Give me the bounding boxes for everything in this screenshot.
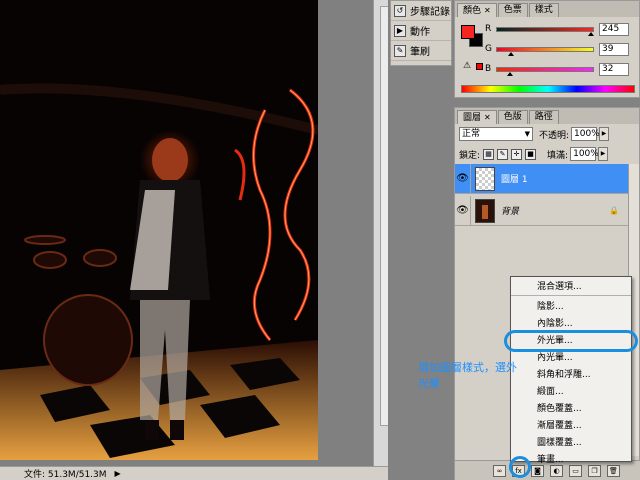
- tab-styles[interactable]: 樣式: [528, 3, 559, 17]
- chevron-down-icon: ▼: [524, 130, 530, 138]
- lock-fill-row: 鎖定: ▦ ✎ ✛ ■ 填滿: 100% ▶: [455, 145, 640, 163]
- layer-row-layer1[interactable]: 👁 圖層 1: [455, 163, 629, 194]
- menu-item-pattern-overlay[interactable]: 圖樣覆蓋...: [511, 435, 631, 452]
- color-panel-tabs: 顏色 ✕ 色票 樣式: [455, 1, 639, 17]
- green-slider-knob[interactable]: [508, 52, 514, 56]
- opacity-field[interactable]: 100%: [571, 127, 600, 141]
- fx-button-highlight: [509, 456, 531, 478]
- layer-row-background[interactable]: 👁 背景 🔒: [455, 195, 629, 226]
- lock-image-icon[interactable]: ✎: [497, 148, 509, 160]
- document-size-readout: 文件: 51.3M/51.3M: [24, 470, 107, 480]
- opacity-arrow-icon[interactable]: ▶: [599, 127, 610, 141]
- red-label: R: [485, 24, 492, 34]
- opacity-label: 不透明:: [539, 130, 570, 141]
- photo-image: [0, 0, 318, 460]
- red-slider-track[interactable]: [496, 27, 594, 32]
- layer-style-menu: 混合選項... 陰影... 內陰影... 外光暈... 內光暈... 斜角和浮雕…: [510, 276, 632, 465]
- red-value-field[interactable]: 245: [599, 23, 629, 36]
- eye-icon[interactable]: 👁: [455, 163, 471, 194]
- blue-label: B: [485, 64, 492, 74]
- collapsed-panel-group: ↺ 步驟記錄 ▶ 動作 ✎ 筆刷: [390, 0, 452, 66]
- close-icon[interactable]: ✕: [484, 6, 491, 15]
- brushes-panel-button[interactable]: ✎ 筆刷: [391, 41, 451, 61]
- canvas-vertical-scrollbar[interactable]: [373, 0, 390, 468]
- layer-name: 背景: [501, 207, 520, 217]
- brush-icon: ✎: [394, 44, 406, 57]
- layer-thumbnail: [475, 166, 495, 191]
- lock-icon: 🔒: [609, 206, 619, 215]
- brushes-label: 筆刷: [410, 47, 430, 58]
- gamut-warning-icon[interactable]: ⚠: [463, 61, 471, 71]
- menu-item-satin[interactable]: 緞面...: [511, 384, 631, 401]
- lock-position-icon[interactable]: ✛: [511, 148, 523, 160]
- blue-slider-row: B 32: [485, 63, 635, 77]
- fill-field[interactable]: 100%: [570, 147, 599, 161]
- tab-swatches[interactable]: 色票: [497, 3, 528, 17]
- green-label: G: [485, 44, 492, 54]
- layers-panel-tabs: 圖層 ✕ 色版 路徑: [455, 108, 639, 124]
- status-menu-arrow-icon[interactable]: ▶: [115, 469, 121, 478]
- close-icon[interactable]: ✕: [484, 113, 491, 122]
- color-panel: 顏色 ✕ 色票 樣式 ⚠ R 245 G 39 B 32: [454, 0, 640, 98]
- tab-layers[interactable]: 圖層 ✕: [457, 110, 497, 124]
- tab-paths[interactable]: 路徑: [528, 110, 559, 124]
- green-slider-row: G 39: [485, 43, 635, 57]
- layer-name: 圖層 1: [501, 175, 528, 185]
- instruction-annotation: 增加圖層樣式，選外光暈: [418, 361, 517, 390]
- history-icon: ↺: [394, 4, 406, 17]
- menu-item-inner-glow[interactable]: 內光暈...: [511, 350, 631, 367]
- photo-canvas[interactable]: [0, 0, 318, 460]
- history-label: 步驟記錄: [410, 7, 450, 18]
- lock-label: 鎖定:: [459, 150, 481, 161]
- menu-item-blending-options[interactable]: 混合選項...: [511, 279, 631, 296]
- eye-icon[interactable]: 👁: [455, 195, 471, 226]
- menu-item-bevel-emboss[interactable]: 斜角和浮雕...: [511, 367, 631, 384]
- layer-thumbnail: [475, 198, 495, 223]
- foreground-color-swatch[interactable]: [461, 25, 475, 39]
- red-slider-row: R 245: [485, 23, 635, 37]
- document-canvas-area: 文件: 51.3M/51.3M ▶: [0, 0, 390, 480]
- blend-mode-select[interactable]: 正常 ▼: [459, 127, 533, 141]
- actions-label: 動作: [410, 27, 430, 38]
- blue-slider-knob[interactable]: [507, 72, 513, 76]
- color-spectrum-bar[interactable]: [461, 85, 635, 93]
- tab-color[interactable]: 顏色 ✕: [457, 3, 497, 17]
- outer-glow-highlight: [504, 330, 638, 352]
- menu-item-drop-shadow[interactable]: 陰影...: [511, 299, 631, 316]
- history-panel-button[interactable]: ↺ 步驟記錄: [391, 1, 451, 21]
- red-slider-knob[interactable]: [588, 32, 594, 36]
- lock-transparent-icon[interactable]: ▦: [483, 148, 495, 160]
- link-layers-icon[interactable]: ∞: [493, 464, 506, 477]
- fill-label: 填滿:: [547, 150, 569, 161]
- blend-opacity-row: 正常 ▼ 不透明: 100% ▶: [455, 125, 640, 143]
- green-value-field[interactable]: 39: [599, 43, 629, 56]
- actions-panel-button[interactable]: ▶ 動作: [391, 21, 451, 41]
- menu-item-gradient-overlay[interactable]: 漸層覆蓋...: [511, 418, 631, 435]
- menu-item-color-overlay[interactable]: 顏色覆蓋...: [511, 401, 631, 418]
- fill-arrow-icon[interactable]: ▶: [598, 147, 609, 161]
- tab-channels[interactable]: 色版: [497, 110, 528, 124]
- lock-all-icon[interactable]: ■: [525, 148, 537, 160]
- actions-icon: ▶: [394, 24, 406, 37]
- gamut-swatch[interactable]: [476, 63, 483, 70]
- blue-value-field[interactable]: 32: [599, 63, 629, 76]
- status-bar: 文件: 51.3M/51.3M ▶: [0, 466, 388, 480]
